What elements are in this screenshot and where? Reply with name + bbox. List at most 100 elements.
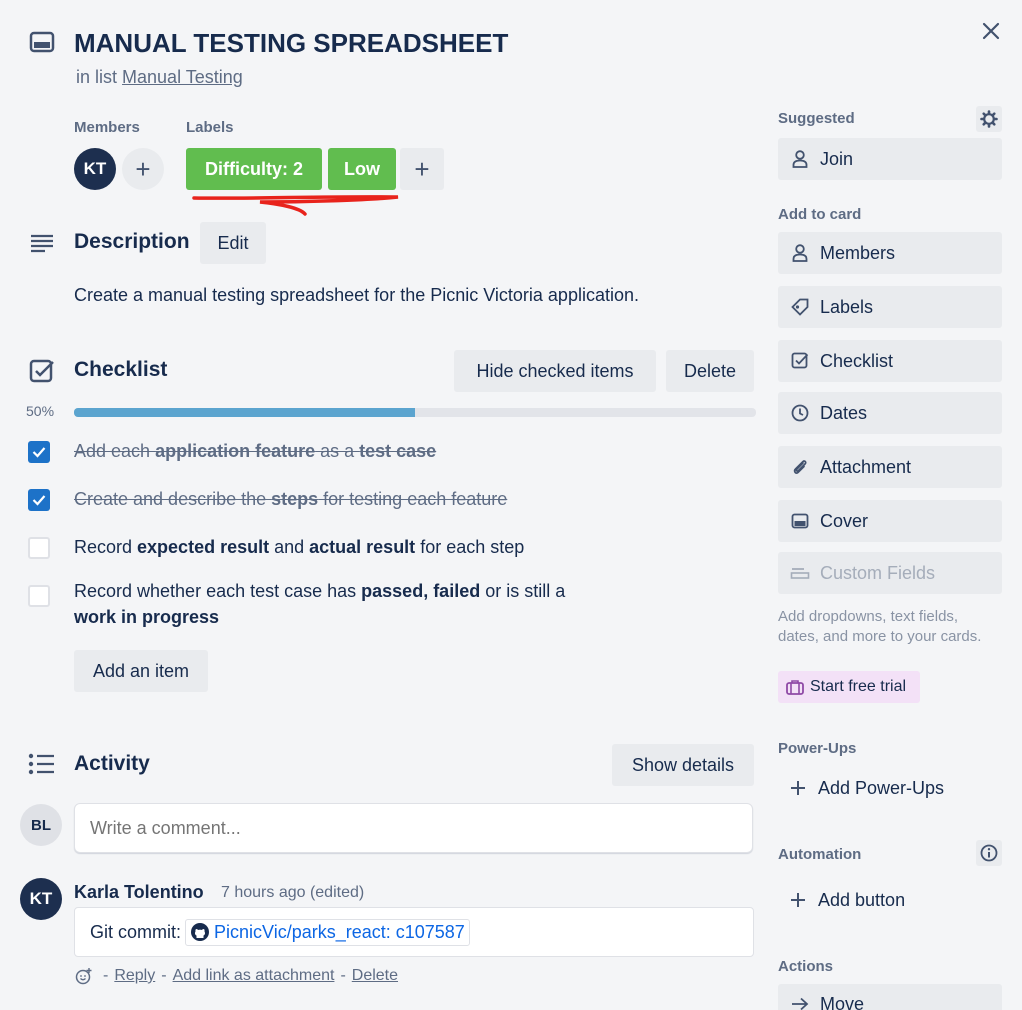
add-label-button[interactable]: +	[400, 148, 444, 190]
description-title: Description	[74, 230, 190, 253]
checklist-item-4-checkbox[interactable]	[28, 585, 50, 607]
in-list-prefix: in list	[76, 67, 118, 87]
show-details-button[interactable]: Show details	[612, 744, 754, 786]
red-annotation-underline	[192, 195, 399, 216]
card-title[interactable]: MANUAL TESTING SPREADSHEET	[74, 28, 508, 59]
checklist-item-1[interactable]: Add each application feature as a test c…	[74, 441, 436, 462]
comment-text-prefix: Git commit:	[90, 921, 182, 942]
automation-info-icon[interactable]	[976, 840, 1002, 866]
checklist-progress-bar	[74, 408, 756, 417]
checklist-item-4[interactable]: Record whether each test case has passed…	[74, 581, 565, 602]
add-power-ups-button[interactable]: Add Power-Ups	[778, 768, 1002, 808]
tag-icon	[790, 297, 810, 317]
checklist-progress-fill	[74, 408, 415, 417]
list-info: in list Manual Testing	[76, 67, 243, 88]
action-separator: -	[340, 967, 346, 984]
dates-button[interactable]: Dates	[778, 392, 1002, 434]
members-button[interactable]: Members	[778, 232, 1002, 274]
checklist-item-text: and	[269, 537, 310, 557]
labels-heading: Labels	[186, 119, 234, 136]
cover-icon	[790, 511, 810, 531]
checklist-item-3-checkbox[interactable]	[28, 537, 50, 559]
join-label: Join	[820, 148, 854, 169]
checklist-item-emphasis: application feature	[155, 441, 316, 461]
description-edit-button[interactable]: Edit	[200, 222, 266, 264]
checklist-item-emphasis: expected result	[137, 537, 270, 557]
commit-link[interactable]: PicnicVic/parks_react: c107587	[185, 918, 470, 946]
join-button[interactable]: Join	[778, 138, 1002, 180]
start-free-trial-button[interactable]: Start free trial	[778, 671, 920, 703]
attachment-label: Attachment	[820, 456, 912, 477]
add-power-ups-label: Add Power-Ups	[818, 777, 945, 798]
person-icon	[790, 243, 810, 263]
label-difficulty[interactable]: Difficulty: 2	[186, 148, 322, 190]
description-icon	[28, 232, 56, 254]
hide-checked-items-button[interactable]: Hide checked items	[454, 350, 656, 392]
attachment-button[interactable]: Attachment	[778, 446, 1002, 488]
add-to-card-heading: Add to card	[778, 206, 862, 223]
clock-icon	[790, 403, 810, 423]
person-icon	[790, 149, 810, 169]
checklist-item-emphasis: passed, failed	[361, 581, 481, 601]
checklist-item-text: for testing each feature	[318, 489, 508, 509]
actions-heading: Actions	[778, 958, 834, 975]
custom-fields-icon	[790, 563, 810, 583]
add-link-as-attachment-link[interactable]: Add link as attachment	[173, 967, 335, 985]
add-checklist-item-button[interactable]: Add an item	[74, 650, 208, 692]
suggested-settings-gear-icon[interactable]	[976, 106, 1002, 132]
labels-button[interactable]: Labels	[778, 286, 1002, 328]
activity-title: Activity	[74, 752, 150, 775]
activity-icon	[28, 752, 56, 776]
power-ups-heading: Power-Ups	[778, 740, 857, 757]
checklist-item-3[interactable]: Record expected result and actual result…	[74, 537, 524, 558]
plus-icon	[790, 892, 806, 908]
checklist-item-1-checkbox[interactable]	[28, 441, 50, 463]
automation-heading: Automation	[778, 846, 862, 863]
comment-author-avatar[interactable]: KT	[20, 878, 62, 920]
checklist-item-2-checkbox[interactable]	[28, 489, 50, 511]
checklist-item-emphasis: steps	[271, 489, 319, 509]
arrow-right-icon	[790, 994, 810, 1010]
checklist-delete-button[interactable]: Delete	[666, 350, 754, 392]
github-icon	[190, 922, 210, 942]
delete-comment-link[interactable]: Delete	[352, 967, 398, 985]
trial-briefcase-icon	[786, 679, 804, 695]
checklist-icon	[28, 358, 56, 384]
add-button-button[interactable]: Add button	[778, 880, 1002, 920]
checklist-item-text: for each step	[415, 537, 525, 557]
comment-input[interactable]	[74, 803, 753, 853]
checklist-button[interactable]: Checklist	[778, 340, 1002, 382]
custom-fields-label: Custom Fields	[820, 562, 936, 583]
checklist-item-2[interactable]: Create and describe the steps for testin…	[74, 489, 507, 510]
checklist-label: Checklist	[820, 350, 894, 371]
checklist-item-emphasis: actual result	[309, 537, 416, 557]
checklist-progress-percent: 50%	[26, 403, 55, 419]
card-icon	[28, 30, 56, 54]
suggested-heading: Suggested	[778, 110, 855, 127]
label-low[interactable]: Low	[328, 148, 396, 190]
commit-link-text[interactable]: PicnicVic/parks_react: c107587	[214, 922, 465, 943]
checklist-item-text: as a	[315, 441, 360, 461]
description-text[interactable]: Create a manual testing spreadsheet for …	[74, 285, 639, 306]
move-label: Move	[820, 994, 865, 1010]
move-button[interactable]: Move	[778, 984, 1002, 1010]
action-separator: -	[161, 967, 167, 984]
checkbox-icon	[790, 351, 810, 371]
member-avatar[interactable]: KT	[74, 148, 116, 190]
members-heading: Members	[74, 119, 140, 136]
comment-author-name[interactable]: Karla Tolentino	[74, 882, 204, 903]
close-icon[interactable]	[976, 16, 1006, 46]
add-member-button[interactable]: +	[122, 148, 164, 190]
current-user-avatar: BL	[20, 804, 62, 846]
checklist-item-4-line2[interactable]: work in progress	[74, 607, 219, 628]
list-name-link[interactable]: Manual Testing	[122, 67, 243, 87]
cover-label: Cover	[820, 510, 869, 531]
comment-actions: - Reply - Add link as attachment - Delet…	[75, 967, 398, 985]
comment-timestamp[interactable]: 7 hours ago (edited)	[221, 884, 364, 902]
checklist-title: Checklist	[74, 358, 168, 381]
start-free-trial-label: Start free trial	[810, 678, 907, 695]
emoji-reaction-icon[interactable]	[75, 967, 93, 985]
cover-button[interactable]: Cover	[778, 500, 1002, 542]
reply-link[interactable]: Reply	[114, 967, 155, 985]
members-label: Members	[820, 242, 896, 263]
